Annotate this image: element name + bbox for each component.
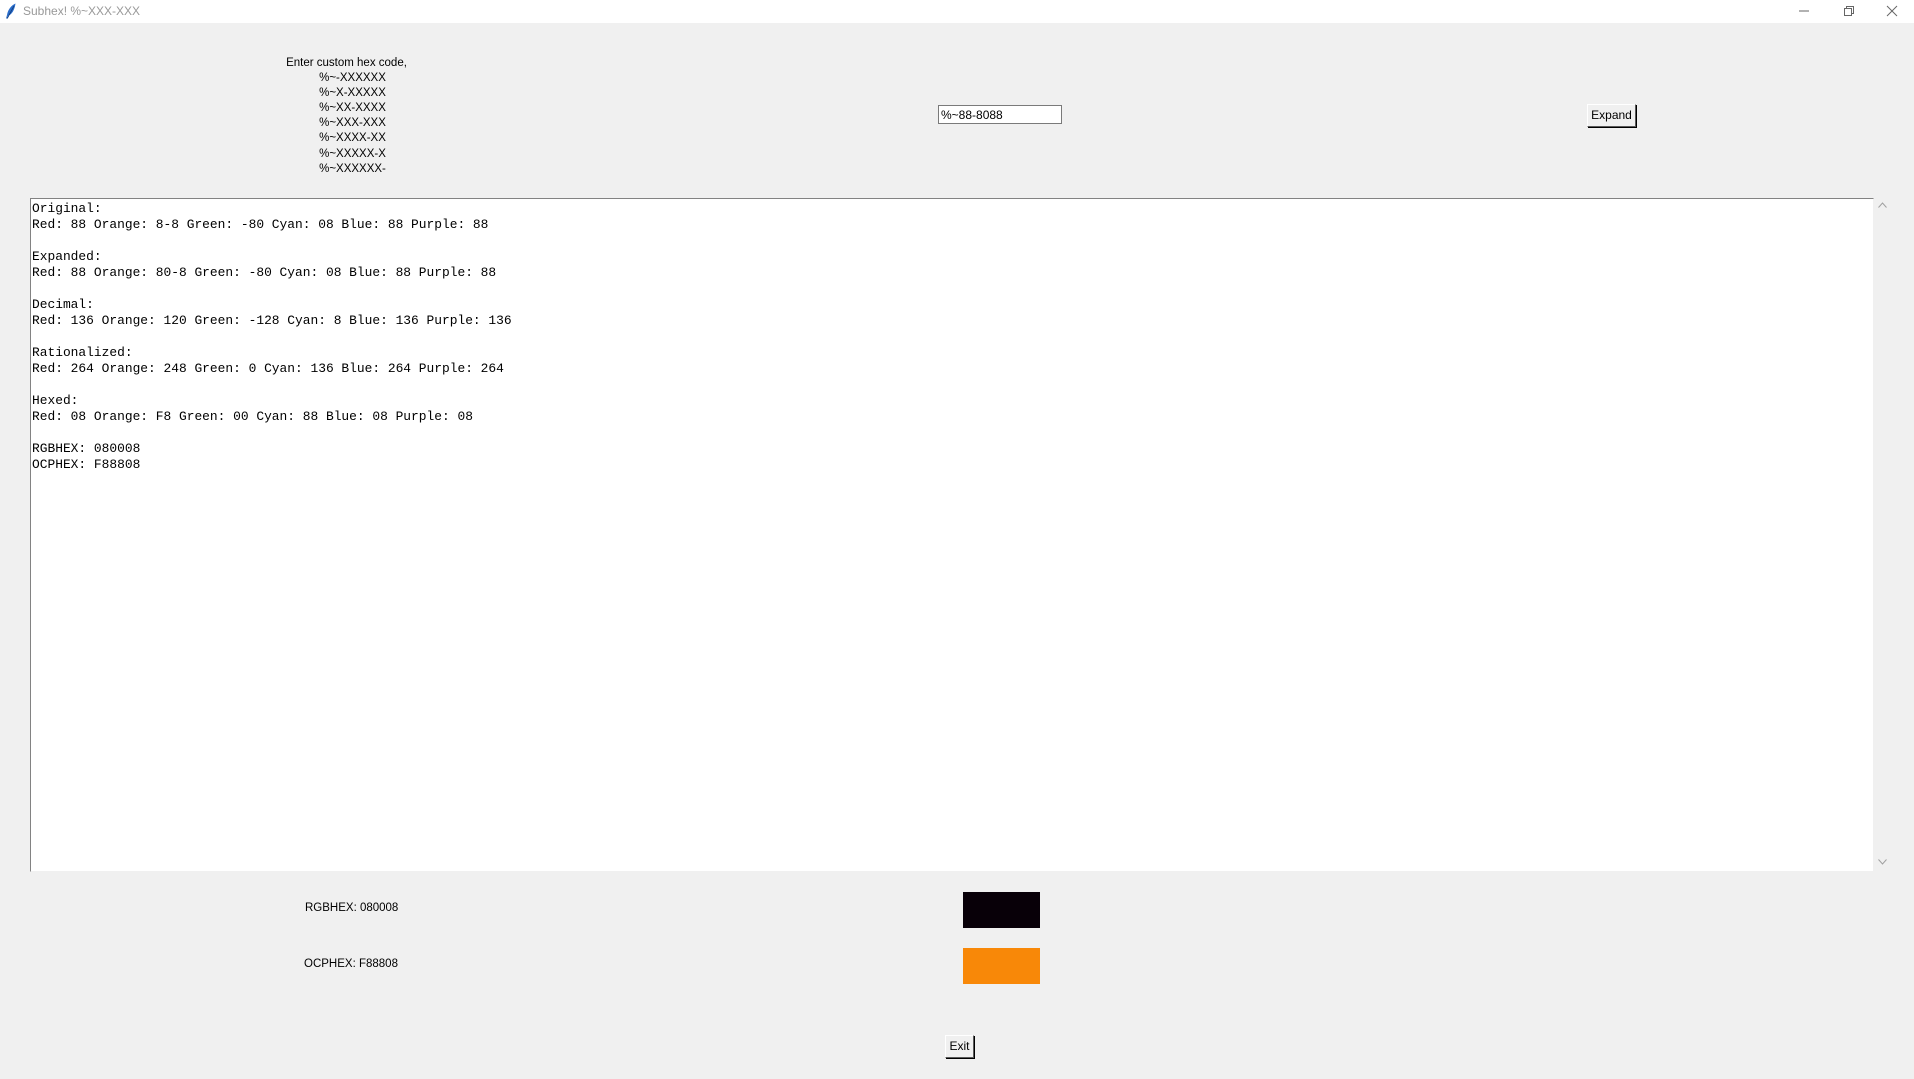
- format-option: %~XXXXX-X: [319, 147, 386, 160]
- format-option: %~XXXX-XX: [319, 132, 386, 145]
- window-title: Subhex! %~XXX-XXX: [23, 4, 141, 18]
- close-button[interactable]: [1870, 0, 1914, 23]
- prompt-heading: Enter custom hex code,: [286, 57, 407, 69]
- output-line: RGBHEX: 080008: [32, 441, 141, 456]
- output-line: Red: 136 Orange: 120 Green: -128 Cyan: 8…: [32, 313, 512, 328]
- close-icon: [1886, 5, 1898, 17]
- output-line: Original:: [32, 201, 102, 216]
- format-option: %~XX-XXXX: [319, 102, 386, 115]
- chevron-up-icon: [1878, 202, 1887, 208]
- ocphex-label: OCPHEX: F88808: [304, 958, 398, 970]
- restore-icon: [1844, 6, 1854, 16]
- rgbhex-swatch: [963, 892, 1040, 928]
- output-line: Red: 88 Orange: 80-8 Green: -80 Cyan: 08…: [32, 265, 497, 280]
- ocphex-swatch: [963, 948, 1040, 984]
- rgbhex-label: RGBHEX: 080008: [305, 902, 399, 914]
- format-option: %~XXXXXX-: [319, 162, 386, 175]
- restore-button[interactable]: [1827, 0, 1871, 23]
- feather-icon: [5, 3, 17, 19]
- output-line: Red: 08 Orange: F8 Green: 00 Cyan: 88 Bl…: [32, 409, 473, 424]
- output-line: Red: 264 Orange: 248 Green: 0 Cyan: 136 …: [32, 361, 504, 376]
- output-textarea[interactable]: Original: Red: 88 Orange: 8-8 Green: -80…: [30, 198, 1874, 872]
- format-option: %~-XXXXXX: [319, 72, 386, 85]
- title-bar: Subhex! %~XXX-XXX: [0, 0, 1914, 23]
- output-line: Decimal:: [32, 297, 94, 312]
- hex-code-input[interactable]: [938, 105, 1062, 124]
- expand-button[interactable]: Expand: [1587, 104, 1636, 127]
- output-line: OCPHEX: F88808: [32, 457, 141, 472]
- format-option: %~X-XXXXX: [319, 87, 386, 100]
- output-line: Rationalized:: [32, 345, 133, 360]
- minimize-button[interactable]: [1782, 0, 1826, 23]
- output-line: Red: 88 Orange: 8-8 Green: -80 Cyan: 08 …: [32, 217, 489, 232]
- scroll-down-button[interactable]: [1874, 855, 1891, 872]
- minimize-icon: [1799, 10, 1809, 12]
- output-scrollbar[interactable]: [1874, 198, 1891, 872]
- format-option: %~XXX-XXX: [319, 117, 386, 130]
- output-line: Expanded:: [32, 249, 102, 264]
- exit-button[interactable]: Exit: [945, 1035, 974, 1058]
- chevron-down-icon: [1878, 859, 1887, 865]
- hex-format-prompt: Enter custom hex code, %~-XXXXXX %~X-XXX…: [250, 56, 443, 177]
- scroll-up-button[interactable]: [1874, 198, 1891, 215]
- output-line: Hexed:: [32, 393, 79, 408]
